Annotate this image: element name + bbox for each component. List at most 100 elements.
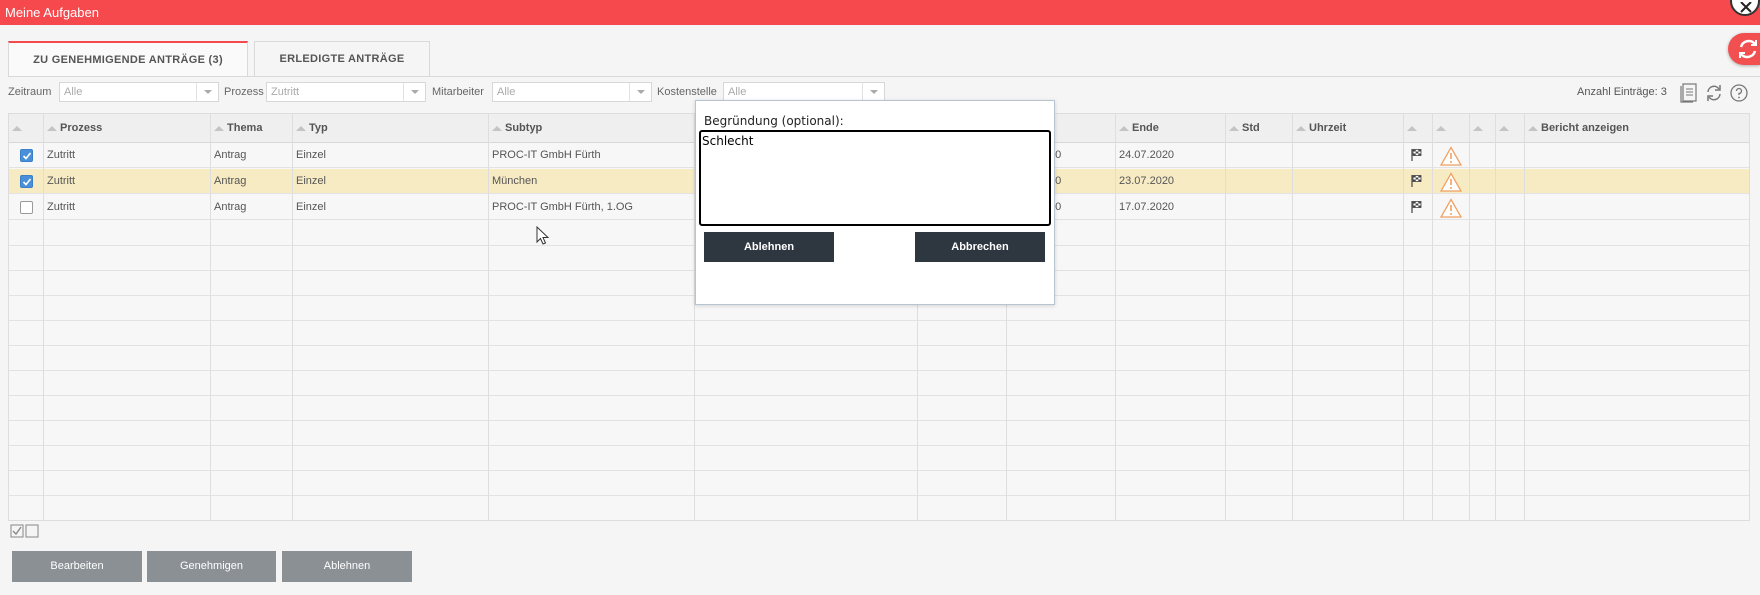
dialog-cancel-button[interactable]: Abbrechen	[915, 232, 1045, 262]
cell-typ: Einzel	[296, 201, 326, 213]
check-all-icon[interactable]	[10, 524, 24, 538]
column-divider	[1115, 114, 1116, 520]
sort-icon	[1407, 126, 1417, 131]
column-header-flag[interactable]	[1404, 114, 1433, 143]
cell-thema: Antrag	[214, 201, 247, 213]
warning-icon	[1440, 198, 1462, 218]
column-divider	[1524, 114, 1525, 520]
filter-value-zeitraum: Alle	[64, 86, 83, 98]
sort-icon	[492, 126, 502, 131]
sort-icon	[296, 126, 306, 131]
edit-button[interactable]: Bearbeiten	[12, 551, 142, 582]
sort-icon	[1499, 126, 1509, 131]
column-header-subtyp[interactable]: Subtyp	[489, 114, 695, 143]
sort-icon	[1473, 126, 1483, 131]
filter-value-kostenstelle: Alle	[728, 86, 747, 98]
column-header-extra2[interactable]	[1496, 114, 1525, 143]
column-header-bericht[interactable]: Bericht anzeigen	[1525, 114, 1749, 143]
column-label: Ende	[1132, 122, 1159, 134]
filter-select-zeitraum[interactable]: Alle	[59, 82, 219, 102]
reject-reason-dialog: Begründung (optional): Schlecht Ablehnen…	[695, 100, 1055, 305]
column-divider	[1403, 114, 1404, 520]
column-divider	[1225, 114, 1226, 520]
filter-label-zeitraum: Zeitraum	[8, 86, 52, 98]
chevron-down-icon	[629, 83, 651, 101]
cell-ende: 24.07.2020	[1119, 149, 1175, 161]
column-header-typ[interactable]: Typ	[293, 114, 489, 143]
floating-refresh-button[interactable]	[1728, 33, 1760, 65]
checkmark-icon	[22, 152, 32, 160]
column-divider	[1292, 114, 1293, 520]
column-header-prozess[interactable]: Prozess	[44, 114, 211, 143]
column-header-std[interactable]: Std	[1226, 114, 1293, 143]
row-checkbox[interactable]	[20, 149, 33, 162]
column-divider	[210, 114, 211, 520]
reason-textarea[interactable]: Schlecht	[699, 130, 1051, 226]
column-label: Bericht anzeigen	[1541, 122, 1630, 134]
sort-icon	[1296, 126, 1306, 131]
filter-value-mitarbeiter: Alle	[497, 86, 516, 98]
cell-typ: Einzel	[296, 175, 326, 187]
chevron-down-icon	[403, 83, 425, 101]
dialog-reject-button[interactable]: Ablehnen	[704, 232, 834, 262]
column-divider	[488, 114, 489, 520]
report-icon[interactable]	[1680, 83, 1698, 103]
filter-select-mitarbeiter[interactable]: Alle	[492, 82, 652, 102]
column-header-thema[interactable]: Thema	[211, 114, 293, 143]
cell-subtyp: München	[492, 175, 538, 187]
filter-label-kostenstelle: Kostenstelle	[657, 86, 717, 98]
empty-table-row	[9, 446, 1749, 471]
mouse-cursor-icon	[536, 226, 550, 245]
window-title: Meine Aufgaben	[5, 5, 99, 20]
cell-typ: Einzel	[296, 149, 326, 161]
refresh-icon[interactable]	[1704, 83, 1724, 103]
help-icon[interactable]	[1729, 83, 1749, 103]
filter-select-prozess[interactable]: Zutritt	[266, 82, 426, 102]
column-header-ende[interactable]: Ende	[1116, 114, 1226, 143]
empty-table-row	[9, 471, 1749, 496]
checkmark-icon	[22, 178, 32, 186]
flag-icon	[1411, 149, 1422, 161]
row-checkbox[interactable]	[20, 201, 33, 214]
window-title-bar: Meine Aufgaben	[0, 0, 1760, 25]
column-divider	[1432, 114, 1433, 520]
sort-icon	[214, 126, 224, 131]
approve-button[interactable]: Genehmigen	[147, 551, 276, 582]
entry-count: Anzahl Einträge: 3	[1577, 86, 1667, 98]
reject-button[interactable]: Ablehnen	[282, 551, 412, 582]
column-header-select[interactable]	[9, 114, 44, 143]
row-checkbox[interactable]	[20, 175, 33, 188]
uncheck-all-icon[interactable]	[25, 524, 39, 538]
tab-completed-requests[interactable]: ERLEDIGTE ANTRÄGE	[254, 41, 430, 77]
column-header-extra1[interactable]	[1470, 114, 1496, 143]
column-header-warning[interactable]	[1433, 114, 1470, 143]
tab-pending-requests[interactable]: ZU GENEHMIGENDE ANTRÄGE (3)	[8, 41, 248, 77]
column-label: Std	[1242, 122, 1260, 134]
filter-label-mitarbeiter: Mitarbeiter	[432, 86, 484, 98]
column-divider	[1469, 114, 1470, 520]
empty-table-row	[9, 346, 1749, 371]
column-divider	[1495, 114, 1496, 520]
empty-table-row	[9, 496, 1749, 520]
empty-table-row	[9, 321, 1749, 346]
close-icon	[1740, 2, 1752, 13]
empty-table-row	[9, 396, 1749, 421]
cell-prozess: Zutritt	[47, 149, 76, 161]
cell-subtyp: PROC-IT GmbH Fürth, 1.OG	[492, 201, 633, 213]
column-divider	[292, 114, 293, 520]
column-header-uhrzeit[interactable]: Uhrzeit	[1293, 114, 1404, 143]
filter-select-kostenstelle[interactable]: Alle	[723, 82, 885, 102]
cell-prozess: Zutritt	[47, 175, 76, 187]
column-label: Prozess	[60, 122, 103, 134]
cell-ende: 23.07.2020	[1119, 175, 1175, 187]
sort-icon	[1119, 126, 1129, 131]
column-label: Typ	[309, 122, 328, 134]
column-label: Thema	[227, 122, 263, 134]
tab-divider	[8, 76, 1760, 77]
cell-ende: 17.07.2020	[1119, 201, 1175, 213]
sort-icon	[47, 126, 57, 131]
warning-icon	[1440, 146, 1462, 166]
cell-prozess: Zutritt	[47, 201, 76, 213]
sort-icon	[1436, 126, 1446, 131]
sort-icon	[1528, 126, 1538, 131]
